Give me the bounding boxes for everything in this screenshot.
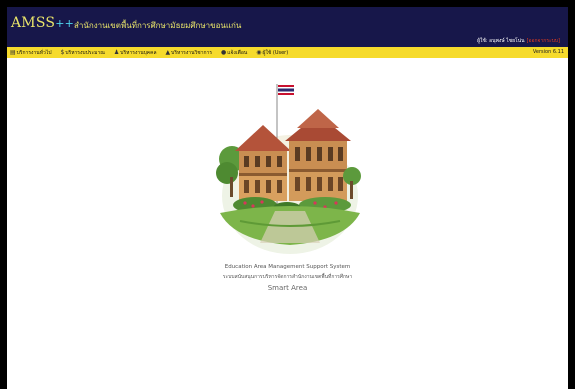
main-menu-bar: ▤ บริการงานทั่วไป $ บริหารงบประมาณ ♟ บริ…	[7, 47, 568, 58]
site-header: AMSS++ สำนักงานเขตพื้นที่การศึกษามัธยมศึ…	[7, 7, 568, 47]
user-info: ผู้ใช้: อนุพงษ์ ไชยโน่น [ออกจากระบบ]	[477, 37, 560, 45]
user-circle-icon: ◉	[256, 49, 262, 56]
logout-link[interactable]: [ออกจากระบบ]	[527, 38, 560, 44]
money-icon: $	[60, 49, 65, 56]
menu-item-general[interactable]: ▤ บริการงานทั่วไป	[10, 49, 52, 57]
smart-area-link[interactable]: Smart Area	[7, 284, 568, 292]
main-menu: ▤ บริการงานทั่วไป $ บริหารงบประมาณ ♟ บริ…	[10, 47, 297, 58]
menu-item-label: บริหารงานวิชาการ	[171, 49, 213, 56]
bell-icon: ●	[221, 49, 227, 56]
graduation-cap-icon: ▲	[165, 49, 171, 56]
menu-item-label: บริหารงานบุคคล	[120, 49, 157, 56]
user-icon: ♟	[113, 49, 120, 56]
document-icon: ▤	[10, 49, 16, 56]
menu-item-personnel[interactable]: ♟ บริหารงานบุคคล	[114, 49, 157, 57]
system-name-en: Education Area Management Support System	[224, 264, 351, 270]
menu-item-academic[interactable]: ▲ บริหารงานวิชาการ	[166, 49, 212, 57]
user-name: ผู้ใช้: อนุพงษ์ ไชยโน่น	[477, 38, 525, 44]
menu-item-label: บริหารงบประมาณ	[65, 49, 105, 56]
menu-item-notifications[interactable]: ● แจ้งเตือน	[221, 49, 247, 57]
office-building-illustration	[216, 84, 361, 254]
version-label: Version 6.11	[532, 49, 564, 55]
site-logo[interactable]: AMSS++	[11, 15, 74, 31]
office-name: สำนักงานเขตพื้นที่การศึกษามัธยมศึกษาขอนแ…	[74, 21, 242, 30]
menu-item-user[interactable]: ◉ ผู้ใช้ (User)	[256, 49, 288, 57]
menu-item-label: แจ้งเตือน	[227, 49, 248, 56]
menu-item-label: ผู้ใช้ (User)	[262, 49, 289, 56]
logo-text: AMSS	[11, 15, 56, 31]
logo-plus: ++	[55, 17, 75, 30]
thai-flag-icon	[278, 85, 294, 95]
menu-item-label: บริการงานทั่วไป	[16, 49, 52, 56]
system-name-th: ระบบสนับสนุนการบริหารจัดการสำนักงานเขตพื…	[222, 274, 353, 280]
menu-item-budget[interactable]: $ บริหารงบประมาณ	[61, 49, 105, 57]
app-window: AMSS++ สำนักงานเขตพื้นที่การศึกษามัธยมศึ…	[7, 7, 568, 389]
